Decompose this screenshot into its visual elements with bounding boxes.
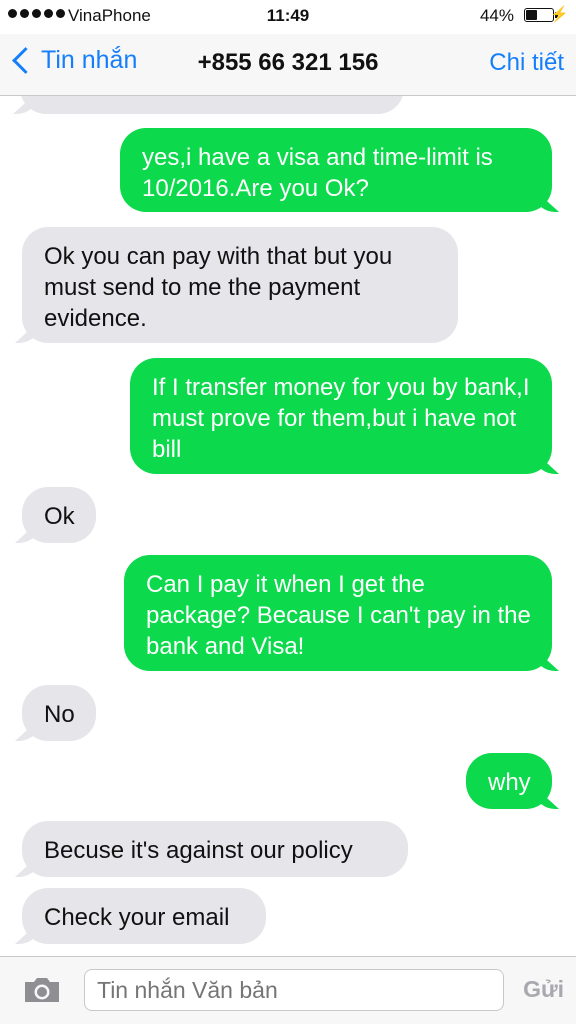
message-text: Ok you can pay with that but you must se…: [44, 243, 393, 332]
message-text: Check your email: [44, 904, 230, 931]
message-text: Can I pay it when I get the package? Bec…: [146, 571, 531, 660]
message-text: yes,i have a visa and time-limit is 10/2…: [142, 144, 493, 202]
status-bar: VinaPhone 11:49 44% ⚡: [0, 0, 576, 34]
message-bubble-received[interactable]: Becuse it's against our policy: [22, 821, 408, 877]
message-bubble-sent[interactable]: why: [466, 753, 552, 809]
received-message-partial: [20, 96, 404, 114]
message-text: why: [488, 769, 531, 796]
message-text: No: [44, 701, 75, 728]
battery-percentage: 44%: [479, 6, 514, 25]
message-bubble-received[interactable]: Ok you can pay with that but you must se…: [22, 227, 458, 343]
charging-bolt-icon: ⚡: [550, 6, 569, 23]
details-button[interactable]: Chi tiết: [489, 49, 564, 77]
message-bubble-sent[interactable]: If I transfer money for you by bank,I mu…: [130, 358, 552, 474]
battery-level-fill: [526, 10, 537, 20]
message-input[interactable]: [84, 969, 504, 1011]
message-bubble-sent[interactable]: yes,i have a visa and time-limit is 10/2…: [120, 128, 552, 212]
navigation-bar: Tin nhắn +855 66 321 156 Chi tiết: [0, 34, 576, 96]
message-bubble-received[interactable]: Ok: [22, 487, 96, 543]
camera-icon[interactable]: [22, 975, 62, 1005]
message-bubble-received[interactable]: Check your email: [22, 888, 266, 944]
message-bubble-received[interactable]: No: [22, 685, 96, 741]
message-thread[interactable]: yes,i have a visa and time-limit is 10/2…: [0, 96, 576, 956]
message-text: If I transfer money for you by bank,I mu…: [152, 374, 530, 463]
send-button[interactable]: Gửi: [523, 976, 564, 1003]
message-text: Becuse it's against our policy: [44, 837, 353, 864]
message-composer: Gửi: [0, 956, 576, 1024]
message-text: Ok: [44, 503, 75, 530]
message-bubble-sent[interactable]: Can I pay it when I get the package? Bec…: [124, 555, 552, 671]
